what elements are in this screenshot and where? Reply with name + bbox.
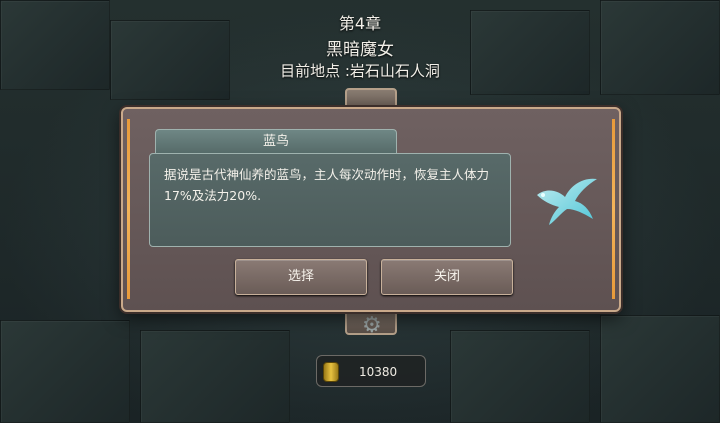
bg-tile (450, 330, 590, 423)
gear-icon: ⚙ (362, 313, 382, 338)
bg-tile (600, 315, 720, 423)
blue-bird-icon (537, 178, 597, 225)
select-button[interactable]: 选择 (235, 259, 367, 295)
gold-amount: 10380 (359, 365, 398, 379)
chapter-title: 第4章 (338, 14, 382, 33)
gold-counter: 10380 (316, 355, 426, 387)
pet-description-text: 据说是古代神仙养的蓝鸟，主人每次动作时，恢复主人体力17%及法力20%. (164, 167, 490, 203)
current-location: 目前地点 :岩石山石人洞 (280, 62, 440, 80)
level-name: 黑暗魔女 (326, 40, 394, 60)
gold-coin-stack-icon (323, 362, 339, 382)
close-button[interactable]: 关闭 (381, 259, 513, 295)
pet-description: 据说是古代神仙养的蓝鸟，主人每次动作时，恢复主人体力17%及法力20%. (149, 153, 511, 247)
bg-tile (140, 330, 290, 423)
game-screen: 第4章 黑暗魔女 目前地点 :岩石山石人洞 ⚙ 蓝鸟 据说是古代神仙养的蓝鸟，主… (0, 0, 720, 423)
pet-name-tab: 蓝鸟 (155, 129, 397, 153)
pet-info-dialog: 蓝鸟 据说是古代神仙养的蓝鸟，主人每次动作时，恢复主人体力17%及法力20%. … (121, 107, 621, 312)
bg-tile (0, 320, 130, 423)
